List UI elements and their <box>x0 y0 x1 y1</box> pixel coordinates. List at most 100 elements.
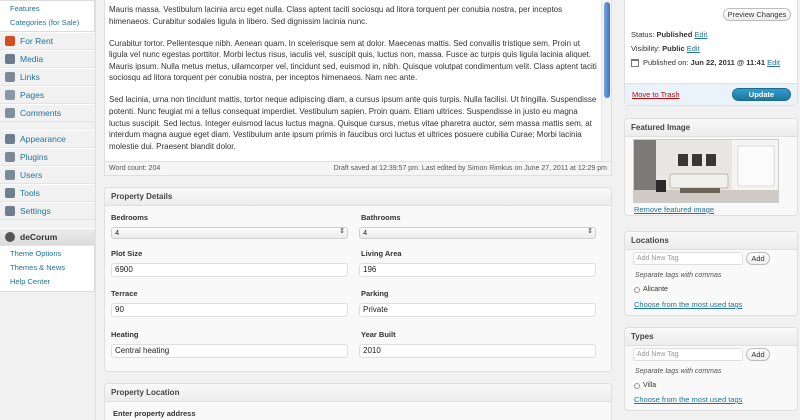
locations-title[interactable]: Locations <box>625 232 797 250</box>
types-box: Types Add New Tag Add Separate tags with… <box>624 327 798 411</box>
locations-choose-link[interactable]: Choose from the most used tags <box>634 300 742 309</box>
word-count: Word count: 204 <box>109 165 161 172</box>
menu-label: Tools <box>20 188 40 198</box>
locations-add-button[interactable]: Add <box>746 252 770 265</box>
menu-plugins[interactable]: Plugins <box>0 148 95 166</box>
submenu-help-center-link[interactable]: Help Center <box>0 274 94 291</box>
menu-label: Appearance <box>20 134 66 144</box>
menu-label: Links <box>20 72 40 82</box>
types-choose-link[interactable]: Choose from the most used tags <box>634 395 742 404</box>
editor-status-bar: Word count: 204 Draft saved at 12:39:57 … <box>105 161 611 175</box>
menu-label: Comments <box>20 108 62 118</box>
decorum-submenu: Theme Options Themes & News Help Center <box>0 246 95 292</box>
pages-icon <box>5 90 15 100</box>
post-content-editor[interactable]: Mauris massa. Vestibulum lacinia arcu eg… <box>104 0 612 176</box>
property-details-box: Property Details Bedrooms 4 ⇕ Bathrooms … <box>104 187 612 372</box>
calendar-icon <box>631 58 639 67</box>
editor-paragraph: Mauris massa. Vestibulum lacinia arcu eg… <box>109 5 563 26</box>
remove-featured-image-link[interactable]: Remove featured image <box>634 205 714 214</box>
submenu-categories-link[interactable]: Categories (for Sale) <box>0 15 94 31</box>
visibility-value: Public <box>662 44 685 53</box>
menu-label: Settings <box>20 206 51 216</box>
admin-sidebar: Features Categories (for Sale) For Rent … <box>0 0 96 420</box>
property-location-title[interactable]: Property Location <box>105 384 611 402</box>
bathrooms-select[interactable]: 4 ⇕ <box>359 227 596 239</box>
featured-image-box: Featured Image Remove featured image <box>624 118 798 216</box>
preview-changes-button[interactable]: Preview Changes <box>723 8 791 21</box>
menu-label: Pages <box>20 90 45 100</box>
bathrooms-value: 4 <box>363 228 368 237</box>
update-button[interactable]: Update <box>732 88 791 101</box>
menu-comments[interactable]: Comments <box>0 104 95 122</box>
editor-scrollbar-thumb[interactable] <box>604 2 610 98</box>
status-edit-link[interactable]: Edit <box>694 30 707 39</box>
editor-scrollbar[interactable] <box>601 0 611 162</box>
move-to-trash-link[interactable]: Move to Trash <box>632 90 680 99</box>
status-label: Status: <box>631 30 655 39</box>
menu-pages[interactable]: Pages <box>0 86 95 104</box>
locations-tag-label: Alicante <box>643 286 668 293</box>
remove-tag-icon[interactable] <box>634 286 640 293</box>
menu-decorum[interactable]: deCorum <box>0 228 95 246</box>
menu-appearance[interactable]: Appearance <box>0 130 95 148</box>
types-title[interactable]: Types <box>625 328 797 346</box>
living-area-label: Living Area <box>361 249 402 258</box>
property-details-title[interactable]: Property Details <box>105 188 611 206</box>
published-value: Jun 22, 2011 @ 11:41 <box>690 58 765 67</box>
status-row: Status: Published Edit <box>631 30 707 39</box>
terrace-input[interactable]: 90 <box>111 303 348 317</box>
year-built-label: Year Built <box>361 330 396 339</box>
types-tag-item: Villa <box>634 382 656 389</box>
plugins-icon <box>5 152 15 162</box>
menu-tools[interactable]: Tools <box>0 184 95 202</box>
room-photo-illustration <box>634 140 778 202</box>
published-row: Published on: Jun 22, 2011 @ 11:41 Edit <box>631 58 780 67</box>
media-icon <box>5 54 15 64</box>
status-value: Published <box>656 30 693 39</box>
menu-settings[interactable]: Settings <box>0 202 95 220</box>
parking-label: Parking <box>361 289 389 298</box>
featured-image-title[interactable]: Featured Image <box>625 119 797 137</box>
menu-label: Plugins <box>20 152 48 162</box>
visibility-row: Visibility: Public Edit <box>631 44 700 53</box>
menu-label: For Rent <box>20 36 54 46</box>
visibility-edit-link[interactable]: Edit <box>687 44 700 53</box>
menu-label: deCorum <box>20 232 58 242</box>
select-arrows-icon: ⇕ <box>587 228 593 235</box>
menu-separator <box>0 220 95 228</box>
menu-links[interactable]: Links <box>0 68 95 86</box>
types-tag-label: Villa <box>643 382 657 389</box>
featured-image-thumbnail[interactable] <box>633 139 779 203</box>
terrace-label: Terrace <box>111 289 138 298</box>
submenu-features-link[interactable]: Features <box>0 1 94 15</box>
bedrooms-label: Bedrooms <box>111 213 149 222</box>
remove-tag-icon[interactable] <box>634 382 640 389</box>
draft-status: Draft saved at 12:39:57 pm. Last edited … <box>333 165 607 172</box>
published-edit-link[interactable]: Edit <box>767 58 780 67</box>
locations-tag-input[interactable]: Add New Tag <box>633 252 743 265</box>
types-add-button[interactable]: Add <box>746 348 770 361</box>
submenu-themes-news-link[interactable]: Themes & News <box>0 260 94 274</box>
plot-size-input[interactable]: 6900 <box>111 263 348 277</box>
pushpin-icon <box>5 36 15 46</box>
published-label: Published on: <box>643 58 689 67</box>
types-tag-input[interactable]: Add New Tag <box>633 348 743 361</box>
heating-label: Heating <box>111 330 139 339</box>
menu-users[interactable]: Users <box>0 166 95 184</box>
publish-box: Preview Changes Status: Published Edit V… <box>624 0 798 106</box>
menu-media[interactable]: Media <box>0 50 95 68</box>
plot-size-label: Plot Size <box>111 249 143 258</box>
menu-for-rent[interactable]: For Rent <box>0 32 95 50</box>
parking-input[interactable]: Private <box>359 303 596 317</box>
visibility-label: Visibility: <box>631 44 661 53</box>
properties-submenu: Features Categories (for Sale) <box>0 0 95 32</box>
menu-separator <box>0 122 95 130</box>
year-built-input[interactable]: 2010 <box>359 344 596 358</box>
submenu-theme-options-link[interactable]: Theme Options <box>0 246 94 260</box>
editor-body[interactable]: Mauris massa. Vestibulum lacinia arcu eg… <box>109 4 599 163</box>
heating-input[interactable]: Central heating <box>111 344 348 358</box>
locations-hint: Separate tags with commas <box>635 272 722 279</box>
bedrooms-select[interactable]: 4 ⇕ <box>111 227 348 239</box>
property-location-box: Property Location Enter property address <box>104 383 612 420</box>
living-area-input[interactable]: 196 <box>359 263 596 277</box>
